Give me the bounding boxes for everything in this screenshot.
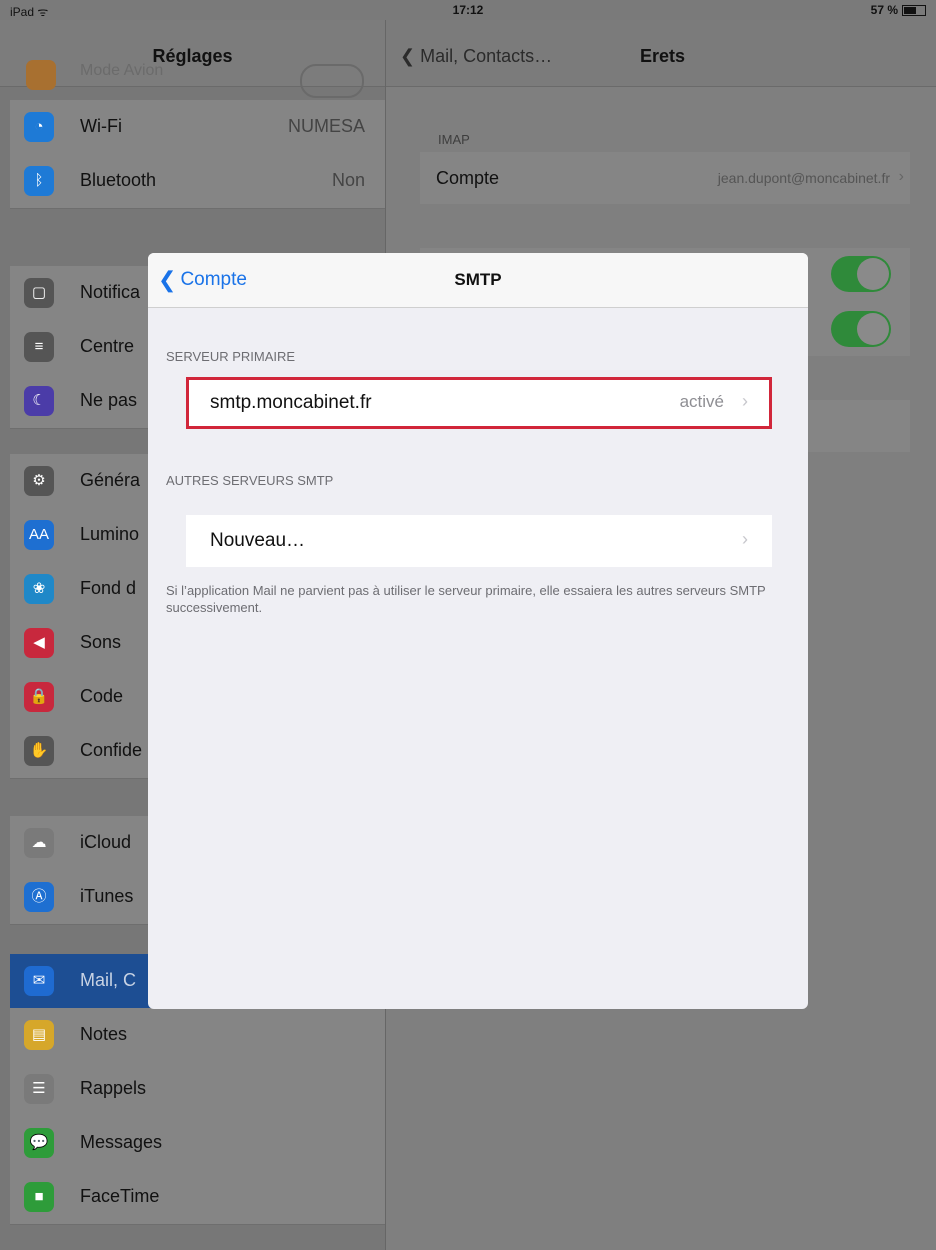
sidebar-item-label: Confide (80, 740, 143, 760)
brightness-icon: AA (24, 520, 54, 550)
account-row-value: jean.dupont@moncabinet.fr (717, 170, 890, 186)
other-servers-header: AUTRES SERVEURS SMTP (166, 473, 334, 488)
smtp-footnote: Si l’application Mail ne parvient pas à … (166, 583, 766, 615)
notifications-icon: ▢ (24, 278, 54, 308)
detail-title: Erets (640, 46, 686, 66)
sidebar-item[interactable]: ■ FaceTime (10, 1170, 385, 1225)
sidebar-item[interactable]: 💬 Messages (10, 1116, 385, 1171)
sidebar-title: Réglages (152, 46, 233, 66)
chevron-left-icon: ❮ (158, 267, 177, 292)
general-gear-icon: ⚙ (24, 466, 54, 496)
mail-icon: ✉ (24, 966, 54, 996)
battery-icon (902, 4, 926, 16)
sidebar-item-label: FaceTime (80, 1186, 160, 1206)
passcode-lock-icon: 🔒 (24, 682, 54, 712)
icloud-icon: ☁ (24, 828, 54, 858)
sidebar-item-label: Sons (80, 632, 122, 652)
sidebar-item-label: Ne pas (80, 390, 138, 410)
sidebar-item-label: Généra (80, 470, 141, 490)
primary-server-cell[interactable]: smtp.moncabinet.fr activé › (186, 377, 772, 429)
bluetooth-icon: ᛒ (24, 166, 54, 196)
chevron-right-icon: › (898, 168, 904, 185)
sidebar-item-label: Centre (80, 336, 135, 356)
sidebar-item[interactable]: ◔ Wi-Fi NUMESA (10, 100, 385, 155)
primary-server-header: SERVEUR PRIMAIRE (166, 349, 296, 364)
messages-icon: 💬 (24, 1128, 54, 1158)
itunes-store-icon: Ⓐ (24, 882, 54, 912)
sidebar-item-label: Wi-Fi (80, 116, 122, 136)
sidebar-item[interactable]: ☰ Rappels (10, 1062, 385, 1117)
account-row-label: Compte (436, 168, 500, 188)
sidebar-item-value: NUMESA (287, 116, 365, 136)
smtp-modal: ❮ Compte SMTP SERVEUR PRIMAIRE smtp.monc… (148, 253, 808, 1009)
sidebar-item-label: Bluetooth (80, 170, 157, 190)
battery-status: 57 % (871, 3, 926, 17)
new-server-cell[interactable]: Nouveau… › (186, 515, 772, 567)
wallpaper-icon: ❀ (24, 574, 54, 604)
wifi-icon: ◔ (24, 112, 54, 142)
account-toggle[interactable] (831, 256, 891, 292)
battery-percent: 57 % (870, 3, 898, 17)
sidebar-item-label: Lumino (80, 524, 140, 544)
imap-section-header: IMAP (438, 132, 470, 147)
reminders-icon: ☰ (24, 1074, 54, 1104)
sidebar-item-label: Notifica (80, 282, 141, 302)
modal-header: ❮ Compte SMTP (148, 253, 808, 308)
sidebar-item-label: iCloud (80, 832, 132, 852)
sidebar-header: Mode Avion Réglages (0, 20, 385, 98)
do-not-disturb-icon: ☾ (24, 386, 54, 416)
back-to-account-button[interactable]: ❮ Compte (158, 267, 247, 293)
sidebar-item-label: Code (80, 686, 124, 706)
sidebar-item-label: Rappels (80, 1078, 147, 1098)
sounds-icon: ◀ (24, 628, 54, 658)
chevron-right-icon: › (742, 529, 748, 549)
airplane-mode-toggle[interactable] (300, 64, 364, 98)
status-bar: iPad ᯤ 17:12 57 % (0, 0, 936, 20)
notes-icon: ▤ (24, 1020, 54, 1050)
privacy-hand-icon: ✋ (24, 736, 54, 766)
back-to-mail-label: Mail, Contacts… (420, 46, 553, 66)
status-time: 17:12 (452, 3, 484, 17)
sidebar-item-label: Fond d (80, 578, 137, 598)
new-server-label: Nouveau… (210, 530, 306, 551)
sidebar-item[interactable]: ▤ Notes (10, 1008, 385, 1063)
modal-title: SMTP (454, 270, 502, 289)
sidebar-item-value: Non (331, 170, 365, 190)
primary-server-name: smtp.moncabinet.fr (210, 392, 372, 413)
back-to-account-label: Compte (180, 269, 247, 290)
account-row[interactable]: Compte jean.dupont@moncabinet.fr › (420, 152, 910, 204)
control-center-icon: ≡ (24, 332, 54, 362)
facetime-icon: ■ (24, 1182, 54, 1212)
sidebar-item-label: Notes (80, 1024, 128, 1044)
sidebar-item-label: iTunes (80, 886, 134, 906)
chevron-right-icon: › (742, 391, 748, 411)
back-to-mail-button[interactable]: ❮ Mail, Contacts… (400, 46, 552, 67)
sidebar-item[interactable]: ᛒ Bluetooth Non (10, 154, 385, 209)
sidebar-item-label: Mail, C (80, 970, 137, 990)
primary-server-status: activé (679, 392, 724, 411)
detail-header: ❮ Mail, Contacts… Erets (386, 20, 936, 87)
notes-toggle[interactable] (831, 311, 891, 347)
sidebar-item-label: Messages (80, 1132, 163, 1152)
